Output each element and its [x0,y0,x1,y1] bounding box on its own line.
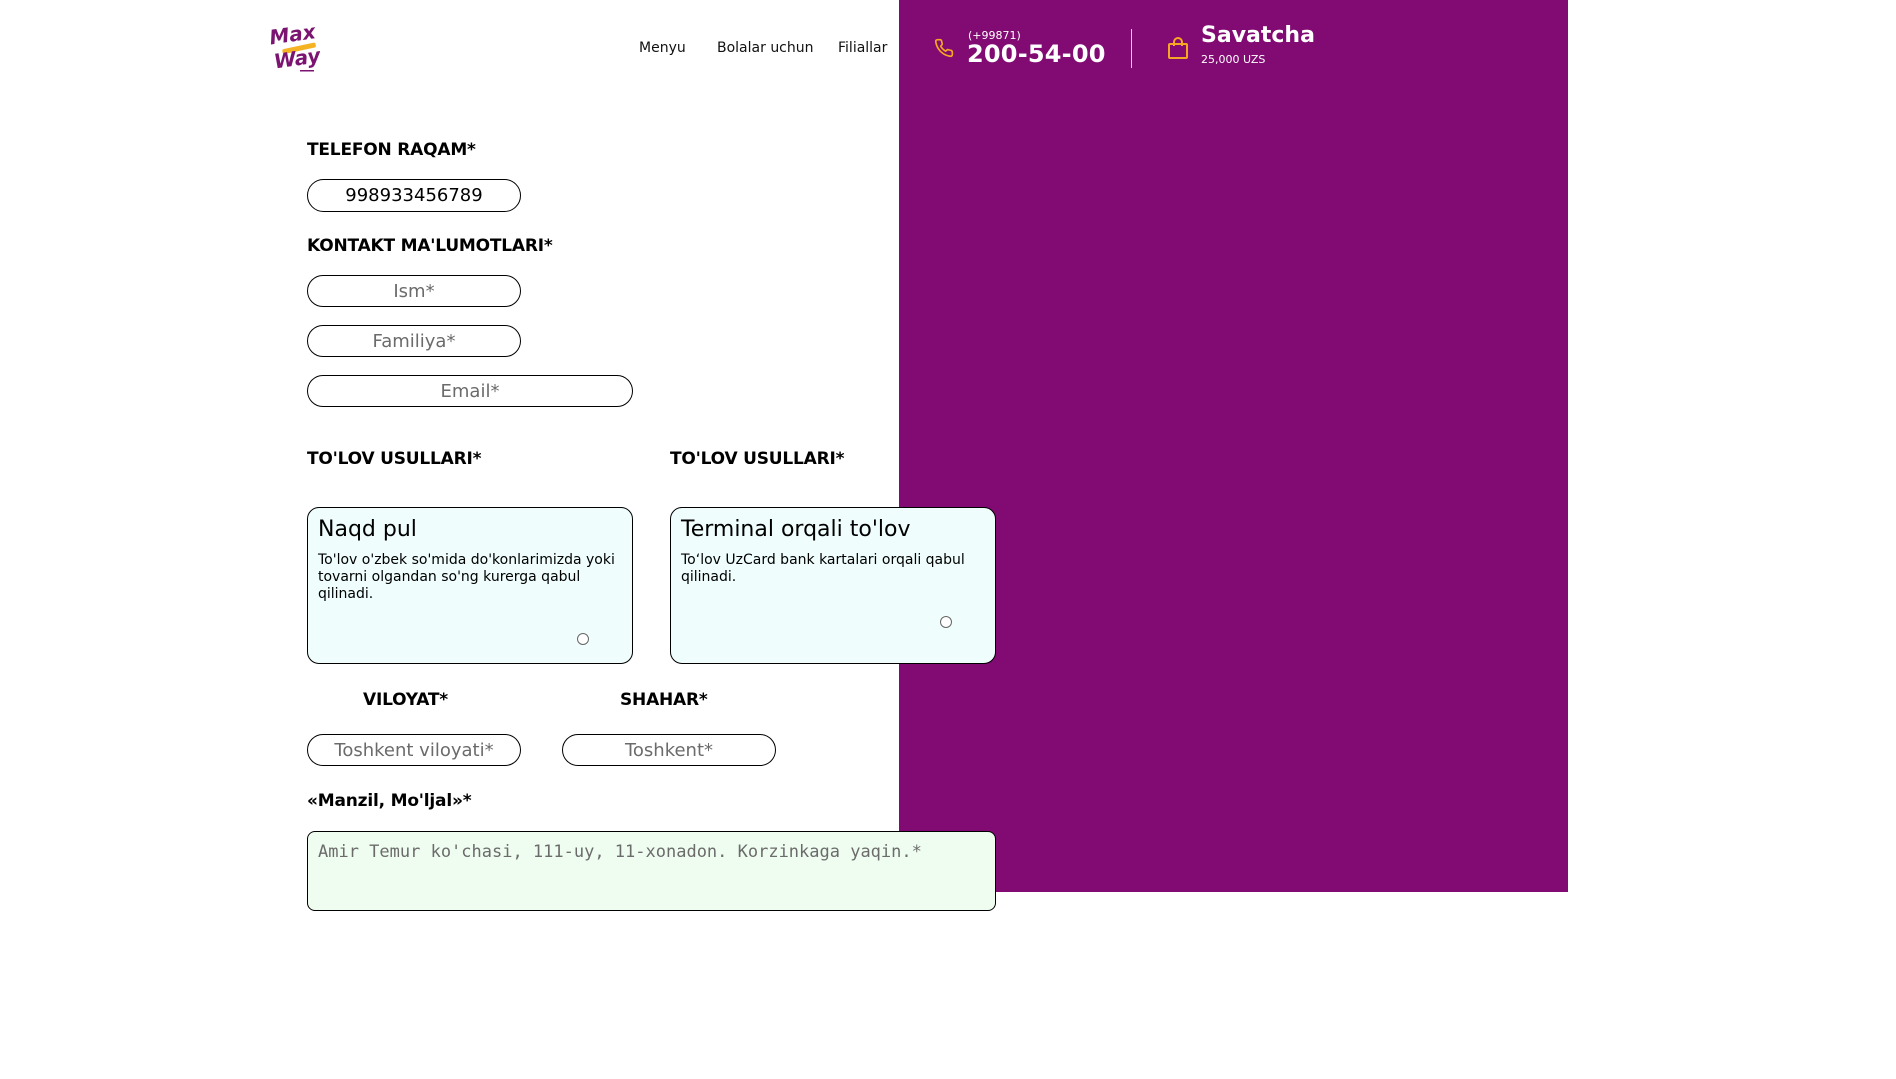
phone-section-label: TELEFON RAQAM* [307,140,476,160]
payment-option-title: Naqd pul [318,517,417,542]
contact-section-label: KONTAKT MA'LUMOTLARI* [307,236,553,256]
phone-input[interactable] [307,179,521,212]
nav-menyu-link[interactable]: Menyu [639,40,686,56]
cart-total: 25,000 UZS [1201,53,1266,66]
city-input[interactable] [562,734,776,766]
payment-option-terminal[interactable]: Terminal orqali to'lov To‘lov UzCard ban… [670,507,996,664]
payment-option-description: To'lov o'zbek so'mida do'konlarimizda yo… [318,552,615,602]
phone-number[interactable]: 200-54-00 [967,40,1106,68]
city-label: SHAHAR* [620,690,708,710]
shopping-bag-icon[interactable] [1167,36,1189,60]
payment-terminal-radio[interactable] [940,616,952,628]
phone-icon[interactable] [934,38,954,58]
address-label: «Manzil, Mo'ljal»* [307,791,472,811]
cart-panel-background [899,0,1568,892]
nav-bolalar-uchun-link[interactable]: Bolalar uchun [717,40,814,56]
last-name-input[interactable] [307,325,521,357]
region-input[interactable] [307,734,521,766]
payment-option-description: To‘lov UzCard bank kartalari orqali qabu… [681,552,965,585]
payment-option-cash[interactable]: Naqd pul To'lov o'zbek so'mida do'konlar… [307,507,633,664]
nav-filiallar-link[interactable]: Filiallar [838,40,887,56]
payment-option-title: Terminal orqali to'lov [681,517,911,542]
payment-methods-label: TO'LOV USULLARI* [307,449,482,469]
first-name-input[interactable] [307,275,521,307]
address-textarea[interactable] [307,831,996,911]
header-divider [1131,29,1132,68]
payment-methods-label-secondary: TO'LOV USULLARI* [670,449,845,469]
region-label: VILOYAT* [363,690,448,710]
cart-title[interactable]: Savatcha [1201,23,1315,48]
email-input[interactable] [307,375,633,407]
maxway-logo[interactable]: Max Way [268,20,320,74]
payment-cash-radio[interactable] [577,633,589,645]
